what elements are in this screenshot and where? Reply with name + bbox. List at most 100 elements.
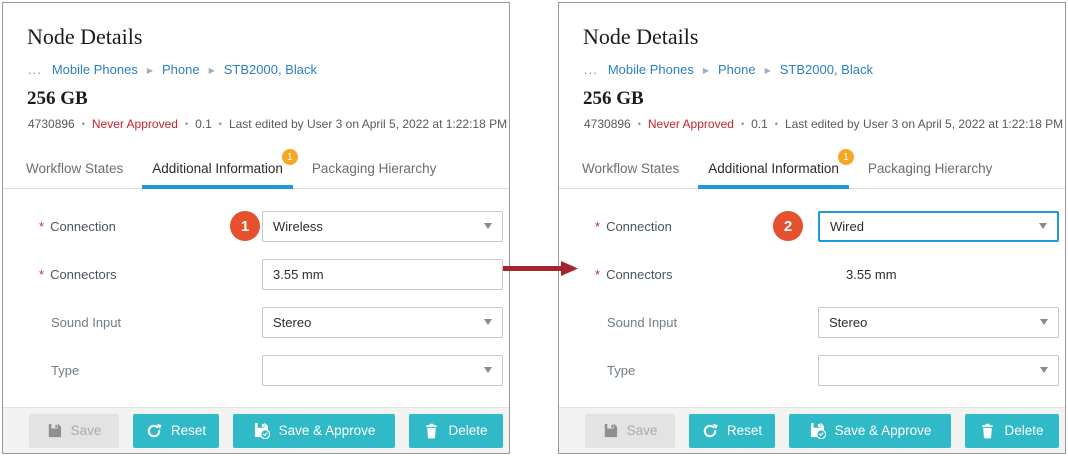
version-number: 0.1 [751, 117, 768, 131]
required-asterisk: * [39, 267, 44, 282]
action-bar: Save Reset Save & Approve [559, 407, 1065, 453]
tab-badge: 1 [838, 149, 854, 165]
save-button[interactable]: Save [29, 414, 119, 448]
action-bar: Save Reset Save & Approve [3, 407, 509, 453]
reset-button[interactable]: Reset [133, 414, 219, 448]
meta-separator: • [741, 119, 744, 129]
tab-packaging-hierarchy[interactable]: Packaging Hierarchy [858, 148, 1003, 188]
tab-additional-information[interactable]: Additional Information 1 [698, 148, 849, 188]
version-number: 0.1 [195, 117, 212, 131]
node-details-panel-before: Node Details ... Mobile Phones ▶ Phone ▶… [2, 2, 510, 454]
form-row-sound-input: Sound Input Stereo [559, 306, 1065, 338]
breadcrumb: ... Mobile Phones ▶ Phone ▶ STB2000, Bla… [584, 62, 873, 77]
floppy-disk-check-icon [809, 422, 826, 439]
floppy-disk-icon [603, 423, 618, 438]
connection-label: * Connection [595, 219, 672, 234]
form-row-connection: * Connection 2 Wired [559, 210, 1065, 242]
chevron-down-icon [484, 367, 492, 373]
form-row-connection: * Connection 1 Wireless [3, 210, 509, 242]
meta-separator: • [219, 119, 222, 129]
tab-bar: Workflow States Additional Information 1… [559, 148, 1065, 189]
additional-information-form: * Connection 2 Wired * Connectors 3.55 m… [559, 189, 1065, 407]
breadcrumb: ... Mobile Phones ▶ Phone ▶ STB2000, Bla… [28, 62, 317, 77]
trash-icon [424, 423, 439, 439]
meta-separator: • [775, 119, 778, 129]
save-approve-button[interactable]: Save & Approve [789, 414, 951, 448]
required-asterisk: * [595, 219, 600, 234]
type-select[interactable] [818, 355, 1059, 386]
chevron-down-icon [1040, 319, 1048, 325]
connectors-input[interactable] [262, 259, 503, 290]
save-approve-button[interactable]: Save & Approve [233, 414, 395, 448]
breadcrumb-link-mobile-phones[interactable]: Mobile Phones [52, 62, 138, 77]
breadcrumb-link-stb2000[interactable]: STB2000, Black [780, 62, 873, 77]
tab-workflow-states[interactable]: Workflow States [572, 148, 689, 188]
node-title: 256 GB [583, 88, 644, 110]
breadcrumb-link-phone[interactable]: Phone [718, 62, 756, 77]
form-row-connectors: * Connectors [3, 258, 509, 290]
triangle-right-icon: ▶ [209, 64, 215, 75]
refresh-icon [702, 423, 718, 439]
type-label: Type [595, 363, 635, 378]
connectors-readonly-value: 3.55 mm [846, 267, 897, 282]
breadcrumb-ellipsis[interactable]: ... [28, 62, 42, 77]
triangle-right-icon: ▶ [765, 64, 771, 75]
floppy-disk-icon [47, 423, 62, 438]
connection-select[interactable]: Wired [818, 211, 1059, 242]
chevron-down-icon [484, 223, 492, 229]
node-title: 256 GB [27, 88, 88, 110]
breadcrumb-link-stb2000[interactable]: STB2000, Black [224, 62, 317, 77]
node-details-panel-after: Node Details ... Mobile Phones ▶ Phone ▶… [558, 2, 1066, 454]
form-row-type: Type [559, 354, 1065, 386]
type-label: Type [39, 363, 79, 378]
connection-select[interactable]: Wireless [262, 211, 503, 242]
additional-information-form: * Connection 1 Wireless * Connectors Sou… [3, 189, 509, 407]
save-button[interactable]: Save [585, 414, 675, 448]
floppy-disk-check-icon [253, 422, 270, 439]
form-row-sound-input: Sound Input Stereo [3, 306, 509, 338]
triangle-right-icon: ▶ [703, 64, 709, 75]
page-title: Node Details [583, 24, 698, 50]
meta-separator: • [638, 119, 641, 129]
connectors-label: * Connectors [39, 267, 117, 282]
last-edited-text: Last edited by User 3 on April 5, 2022 a… [229, 117, 509, 131]
node-meta: 4730896 • Never Approved • 0.1 • Last ed… [28, 117, 509, 131]
breadcrumb-link-phone[interactable]: Phone [162, 62, 200, 77]
sound-input-select[interactable]: Stereo [818, 307, 1059, 338]
node-meta: 4730896 • Never Approved • 0.1 • Last ed… [584, 117, 1065, 131]
delete-button[interactable]: Delete [409, 414, 503, 448]
chevron-down-icon [484, 319, 492, 325]
meta-separator: • [185, 119, 188, 129]
page-title: Node Details [27, 24, 142, 50]
triangle-right-icon: ▶ [147, 64, 153, 75]
chevron-down-icon [1039, 223, 1047, 229]
required-asterisk: * [595, 267, 600, 282]
refresh-icon [146, 423, 162, 439]
chevron-down-icon [1040, 367, 1048, 373]
required-asterisk: * [39, 219, 44, 234]
form-row-connectors: * Connectors 3.55 mm [559, 258, 1065, 290]
tab-packaging-hierarchy[interactable]: Packaging Hierarchy [302, 148, 447, 188]
node-id: 4730896 [28, 117, 75, 131]
sound-input-label: Sound Input [39, 315, 121, 330]
tab-badge: 1 [282, 149, 298, 165]
sound-input-label: Sound Input [595, 315, 677, 330]
tab-bar: Workflow States Additional Information 1… [3, 148, 509, 189]
right-arrow-icon [502, 260, 580, 277]
connection-label: * Connection [39, 219, 116, 234]
sound-input-select[interactable]: Stereo [262, 307, 503, 338]
tab-additional-information[interactable]: Additional Information 1 [142, 148, 293, 188]
tab-workflow-states[interactable]: Workflow States [16, 148, 133, 188]
callout-marker-1: 1 [230, 211, 260, 241]
reset-button[interactable]: Reset [689, 414, 775, 448]
type-select[interactable] [262, 355, 503, 386]
connectors-label: * Connectors [595, 267, 673, 282]
breadcrumb-ellipsis[interactable]: ... [584, 62, 598, 77]
callout-marker-2: 2 [773, 211, 803, 241]
last-edited-text: Last edited by User 3 on April 5, 2022 a… [785, 117, 1065, 131]
approval-status: Never Approved [92, 117, 178, 131]
breadcrumb-link-mobile-phones[interactable]: Mobile Phones [608, 62, 694, 77]
delete-button[interactable]: Delete [965, 414, 1059, 448]
form-row-type: Type [3, 354, 509, 386]
meta-separator: • [82, 119, 85, 129]
